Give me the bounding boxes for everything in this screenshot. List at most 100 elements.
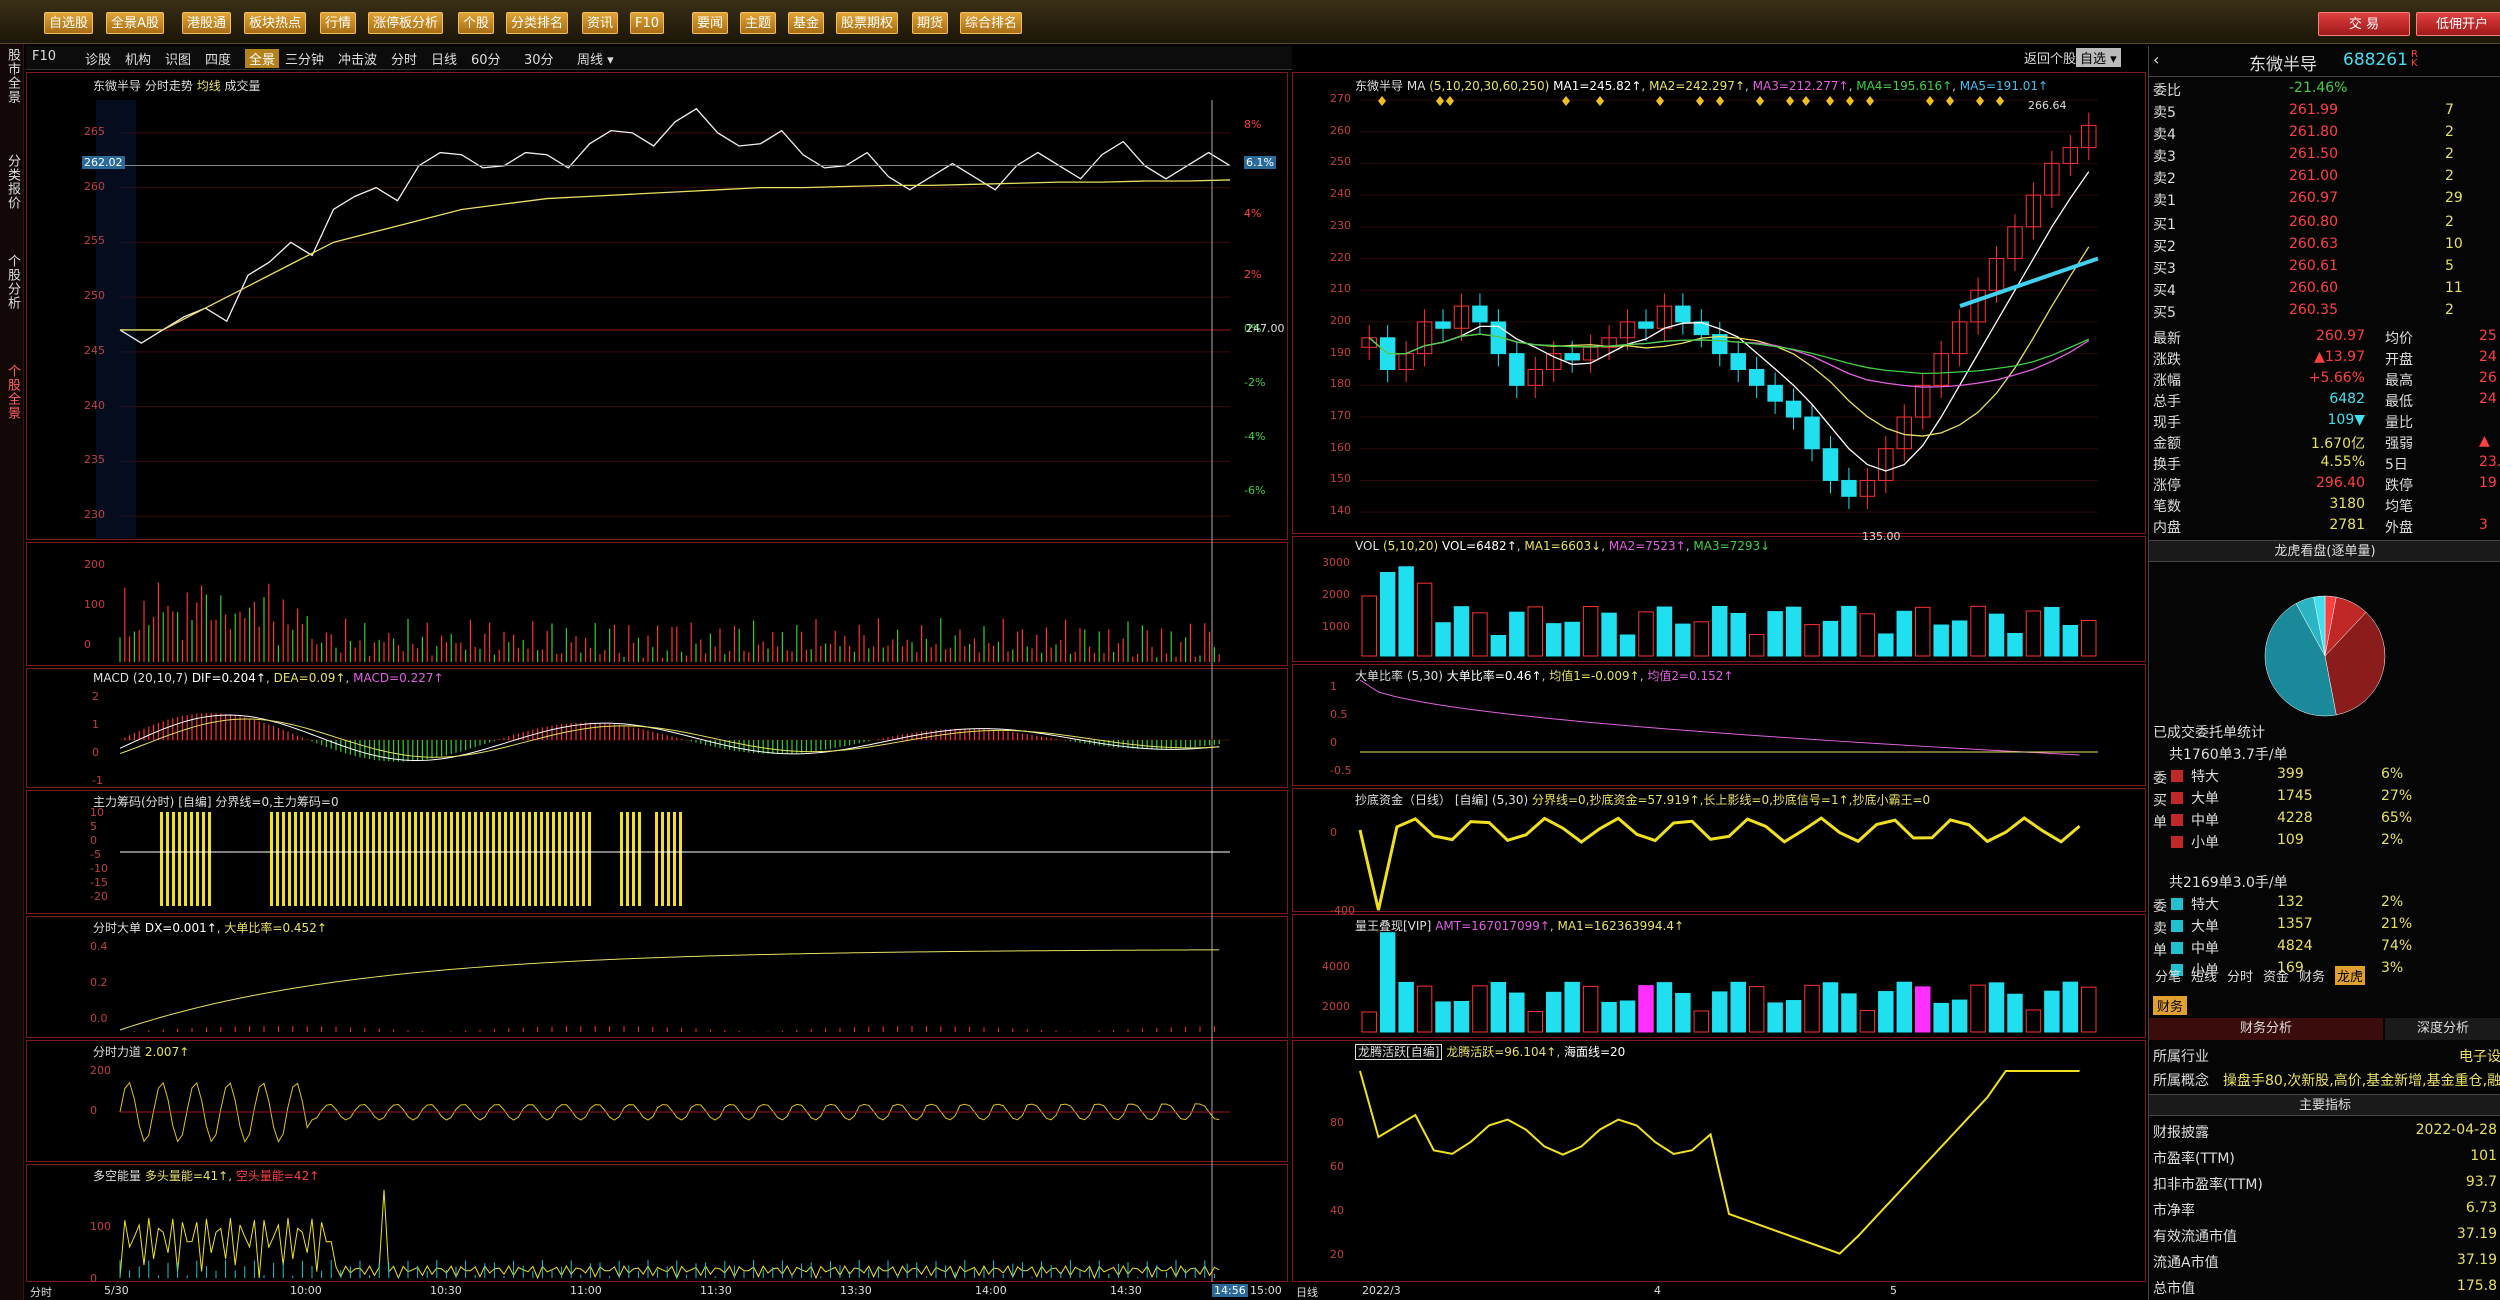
fsld-axis-label: 200 [90, 1064, 111, 1077]
daily-period-label[interactable]: 日线 [1296, 1284, 1318, 1300]
daily-volume-bar [2008, 633, 2022, 656]
lw-bar [1934, 1003, 1948, 1032]
zlcm-bar [190, 812, 193, 906]
macd-dif-line [120, 715, 1219, 760]
zlcm-axis-label: 10 [90, 806, 104, 819]
chart-layer [0, 0, 2500, 1300]
price-axis-label: 245 [84, 344, 105, 357]
zlcm-bar [372, 812, 375, 906]
cd-axis-label: 0 [1330, 826, 1337, 839]
lw-bar [1676, 993, 1690, 1032]
daily-price-axis-label: 140 [1330, 504, 1351, 517]
volume-axis-label: 0 [84, 638, 91, 651]
zlcm-bar [202, 812, 205, 906]
zlcm-bar [426, 812, 429, 906]
zlcm-bar [390, 812, 393, 906]
zlcm-bar [661, 812, 664, 906]
candle-body [1768, 385, 1782, 401]
daily-high-label: 266.64 [2028, 99, 2067, 112]
zlcm-bar [354, 812, 357, 906]
daily-volume-bar [1952, 621, 1966, 656]
daily-volume-bar [1473, 613, 1487, 656]
daily-volume-bar [1694, 622, 1708, 656]
daily-price-axis-label: 170 [1330, 409, 1351, 422]
current-pct-tag: 6.1% [1244, 156, 1276, 169]
lw-bar [1547, 992, 1561, 1032]
daily-price-axis-label: 150 [1330, 472, 1351, 485]
pct-axis-label: 8% [1244, 118, 1261, 131]
price-axis-label: 235 [84, 453, 105, 466]
candle-body [1749, 369, 1763, 385]
lw-bar [1473, 986, 1487, 1032]
lw-bar [1510, 993, 1524, 1032]
signal-diamond [1976, 96, 1984, 106]
lw-axis-label: 4000 [1322, 960, 1350, 973]
zlcm-bar [498, 812, 501, 906]
lw-bar [2045, 991, 2059, 1032]
candle-body [1565, 354, 1579, 360]
daily-price-axis-label: 160 [1330, 441, 1351, 454]
daily-vol-axis-label: 3000 [1322, 556, 1350, 569]
signal-diamond [1696, 96, 1704, 106]
zlcm-bar [474, 812, 477, 906]
daily-price-axis-label: 220 [1330, 251, 1351, 264]
lw-bar [1768, 1003, 1782, 1032]
lw-bar [1620, 1001, 1634, 1032]
dknl-long-line [120, 1190, 1219, 1278]
zlcm-bar [342, 812, 345, 906]
time-label: 11:30 [700, 1284, 732, 1297]
zlcm-bar [196, 812, 199, 906]
daily-volume-bar [2063, 626, 2077, 656]
daily-volume-bar [1860, 614, 1874, 656]
zlcm-bar [576, 812, 579, 906]
daily-price-axis-label: 270 [1330, 92, 1351, 105]
lw-bar [1713, 992, 1727, 1032]
daily-volume-bar [1897, 611, 1911, 656]
zlcm-bar [510, 812, 513, 906]
daily-price-axis-label: 200 [1330, 314, 1351, 327]
zlcm-bar [172, 812, 175, 906]
time-label: 11:00 [570, 1284, 602, 1297]
zlcm-axis-label: 0 [90, 834, 97, 847]
lw-bar [1454, 1001, 1468, 1032]
zlcm-bar [444, 812, 447, 906]
zlcm-bar [516, 812, 519, 906]
zlcm-bar [438, 812, 441, 906]
zlcm-bar [546, 812, 549, 906]
daily-volume-bar [1823, 621, 1837, 656]
lw-bar [1565, 982, 1579, 1032]
daily-volume-bar [1768, 612, 1782, 656]
pct-axis-label: 2% [1244, 268, 1261, 281]
lw-bar [1952, 1000, 1966, 1032]
daily-volume-bar [1510, 612, 1524, 656]
zlcm-bar [184, 812, 187, 906]
macd-axis-label: 1 [92, 718, 99, 731]
lw-bar [1971, 985, 1985, 1032]
intraday-period-label[interactable]: 分时 [30, 1284, 52, 1300]
zlcm-bar [667, 812, 670, 906]
lw-bar [1602, 1002, 1616, 1032]
daily-price-axis-label: 180 [1330, 377, 1351, 390]
zlcm-axis-label: -15 [90, 876, 108, 889]
dd-axis-label: 0.2 [90, 976, 108, 989]
daily-volume-bar [1731, 613, 1745, 656]
lw-bar [1362, 1012, 1376, 1032]
time-label: 10:30 [430, 1284, 462, 1297]
zlcm-bar [564, 812, 567, 906]
time-label: 14:30 [1110, 1284, 1142, 1297]
daily-price-axis-label: 210 [1330, 282, 1351, 295]
daily-vol-axis-label: 2000 [1322, 588, 1350, 601]
signal-diamond [1946, 96, 1954, 106]
cd-axis-label: -400 [1330, 904, 1355, 917]
zlcm-bar [582, 812, 585, 906]
macd-axis-label: -1 [92, 774, 103, 787]
signal-diamond [1436, 96, 1444, 106]
time-label: 14:00 [975, 1284, 1007, 1297]
pct-axis-label: 4% [1244, 207, 1261, 220]
daily-volume-bar [2045, 607, 2059, 656]
zlcm-bar [366, 812, 369, 906]
signal-diamond [1716, 96, 1724, 106]
zlcm-bar [620, 812, 623, 906]
daily-volume-bar [1454, 607, 1468, 656]
prev-close-label: 247.00 [1246, 322, 1285, 335]
